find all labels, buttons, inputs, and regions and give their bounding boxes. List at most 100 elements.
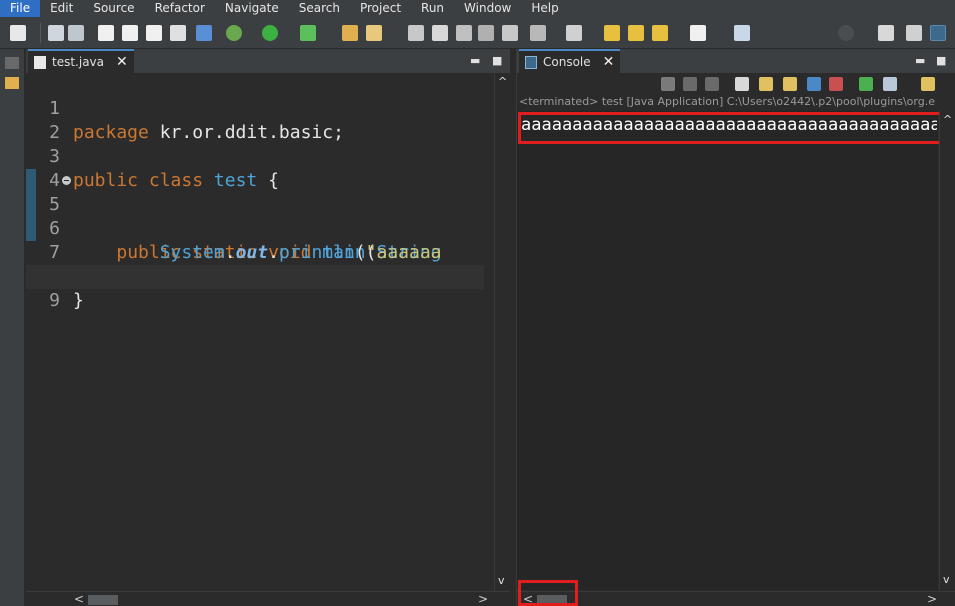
last-edit-icon[interactable] (604, 25, 620, 41)
debug-icon[interactable] (226, 25, 242, 41)
fold-toggle-icon[interactable] (62, 176, 71, 185)
scroll-right-icon[interactable]: > (478, 592, 488, 606)
pin-editor-icon[interactable] (734, 25, 750, 41)
toggle-mark-icon[interactable] (456, 25, 472, 41)
clear-console-icon[interactable] (735, 77, 749, 91)
menu-project[interactable]: Project (350, 0, 411, 17)
tab-label: Console (543, 55, 591, 69)
code-editor[interactable]: 1 package kr.or.ddit.basic; 2 3 public c… (26, 73, 484, 591)
display-console-icon[interactable] (883, 77, 897, 91)
show-on-output-icon[interactable] (807, 77, 821, 91)
menu-search[interactable]: Search (289, 0, 350, 17)
line-number: 9 (49, 290, 60, 311)
java-file-icon (34, 55, 46, 69)
menu-file[interactable]: File (0, 0, 41, 17)
package-explorer-icon[interactable] (5, 77, 19, 89)
menu-window[interactable]: Window (454, 0, 521, 17)
menu-run[interactable]: Run (411, 0, 454, 17)
code-line: 1 package kr.or.ddit.basic; (26, 73, 484, 143)
code-line-current: 9 (26, 265, 484, 311)
menu-source[interactable]: Source (83, 0, 144, 17)
next-annotation-icon[interactable] (530, 25, 546, 41)
pencil-icon[interactable] (366, 25, 382, 41)
scroll-up-icon[interactable]: ^ (943, 113, 952, 126)
code-line: 4 (26, 145, 484, 191)
scroll-thumb[interactable] (88, 595, 118, 605)
back-arrow-icon[interactable] (652, 25, 668, 41)
scroll-left-icon[interactable]: < (74, 592, 84, 606)
console-tab-bar: Console ✕ ▬ ■ (517, 49, 955, 73)
scroll-lock-icon[interactable] (759, 77, 773, 91)
menu-help[interactable]: Help (521, 0, 568, 17)
forward-edit-icon[interactable] (628, 25, 644, 41)
forward-arrow-icon[interactable] (690, 25, 706, 41)
editor-horizontal-scrollbar[interactable]: < > (26, 591, 510, 606)
left-trim-bar (0, 49, 25, 606)
new-java-project-icon[interactable] (98, 25, 114, 41)
console-output[interactable]: aaaaaaaaaaaaaaaaaaaaaaaaaaaaaaaaaaaaaaaa… (517, 111, 938, 590)
tab-test-java[interactable]: test.java ✕ (28, 49, 134, 73)
menu-edit[interactable]: Edit (40, 0, 83, 17)
close-icon[interactable]: ✕ (116, 54, 128, 70)
new-icon[interactable] (10, 25, 26, 41)
open-type-icon[interactable] (408, 25, 424, 41)
open-perspective-icon[interactable] (878, 25, 894, 41)
open-folder-icon[interactable] (342, 25, 358, 41)
toolbar-separator (40, 23, 41, 43)
show-whitespace-icon[interactable] (502, 25, 518, 41)
code-line: 2 (26, 97, 484, 143)
console-vertical-scrollbar[interactable]: ^ v (939, 111, 955, 590)
save-all-icon[interactable] (68, 25, 84, 41)
new-package-icon[interactable] (170, 25, 186, 41)
highlight-box-scrollbar (518, 580, 578, 606)
minimize-icon[interactable]: ▬ (470, 54, 480, 67)
tab-label: test.java (52, 55, 105, 69)
console-icon (525, 55, 537, 69)
editor-vertical-scrollbar[interactable]: ^ v (494, 73, 510, 591)
terminal-icon[interactable] (196, 25, 212, 41)
open-console-icon[interactable] (921, 77, 935, 91)
editor-tab-bar: test.java ✕ ▬ ■ (26, 49, 510, 73)
console-horizontal-scrollbar[interactable]: < > (517, 591, 955, 606)
search-icon[interactable] (838, 25, 854, 41)
java-perspective-icon[interactable] (930, 25, 946, 41)
remove-launch-icon[interactable] (683, 77, 697, 91)
code-line: 5 public static void main(String (26, 169, 484, 263)
run-config-icon[interactable] (300, 25, 316, 41)
editor-pane: test.java ✕ ▬ ■ 1 package kr.or.ddit.bas… (26, 49, 510, 606)
show-on-error-icon[interactable] (829, 77, 843, 91)
code-line: 6 System.out.println("aaaaaa (26, 193, 484, 263)
scroll-right-icon[interactable]: > (927, 592, 937, 606)
scroll-down-icon[interactable]: v (498, 574, 505, 587)
menu-bar: File Edit Source Refactor Navigate Searc… (0, 0, 955, 17)
java-ee-perspective-icon[interactable] (906, 25, 922, 41)
block-select-icon[interactable] (478, 25, 494, 41)
new-class-icon[interactable] (122, 25, 138, 41)
tab-console[interactable]: Console ✕ (519, 49, 621, 73)
restore-icon[interactable] (5, 57, 19, 69)
brush-icon[interactable] (432, 25, 448, 41)
main-toolbar (0, 17, 955, 49)
prev-annotation-icon[interactable] (566, 25, 582, 41)
code-line: 7 } (26, 217, 484, 287)
menu-navigate[interactable]: Navigate (215, 0, 289, 17)
pin-console-icon[interactable] (859, 77, 873, 91)
console-status-text: <terminated> test [Java Application] C:\… (519, 95, 935, 108)
code-line: 8 } (26, 241, 484, 311)
scroll-down-icon[interactable]: v (943, 573, 950, 586)
console-toolbar (517, 73, 955, 95)
new-interface-icon[interactable] (146, 25, 162, 41)
word-wrap-icon[interactable] (783, 77, 797, 91)
minimize-icon[interactable]: ▬ (915, 54, 925, 67)
remove-all-terminated-icon[interactable] (705, 77, 719, 91)
close-icon[interactable]: ✕ (603, 54, 615, 70)
menu-refactor[interactable]: Refactor (145, 0, 215, 17)
maximize-icon[interactable]: ■ (936, 54, 946, 67)
console-pane: Console ✕ ▬ ■ <terminated> test [Java Ap… (516, 49, 955, 606)
run-icon[interactable] (262, 25, 278, 41)
scroll-up-icon[interactable]: ^ (498, 75, 507, 88)
maximize-icon[interactable]: ■ (492, 54, 502, 67)
save-icon[interactable] (48, 25, 64, 41)
code-line: 3 public class test { (26, 121, 484, 191)
terminate-icon[interactable] (661, 77, 675, 91)
